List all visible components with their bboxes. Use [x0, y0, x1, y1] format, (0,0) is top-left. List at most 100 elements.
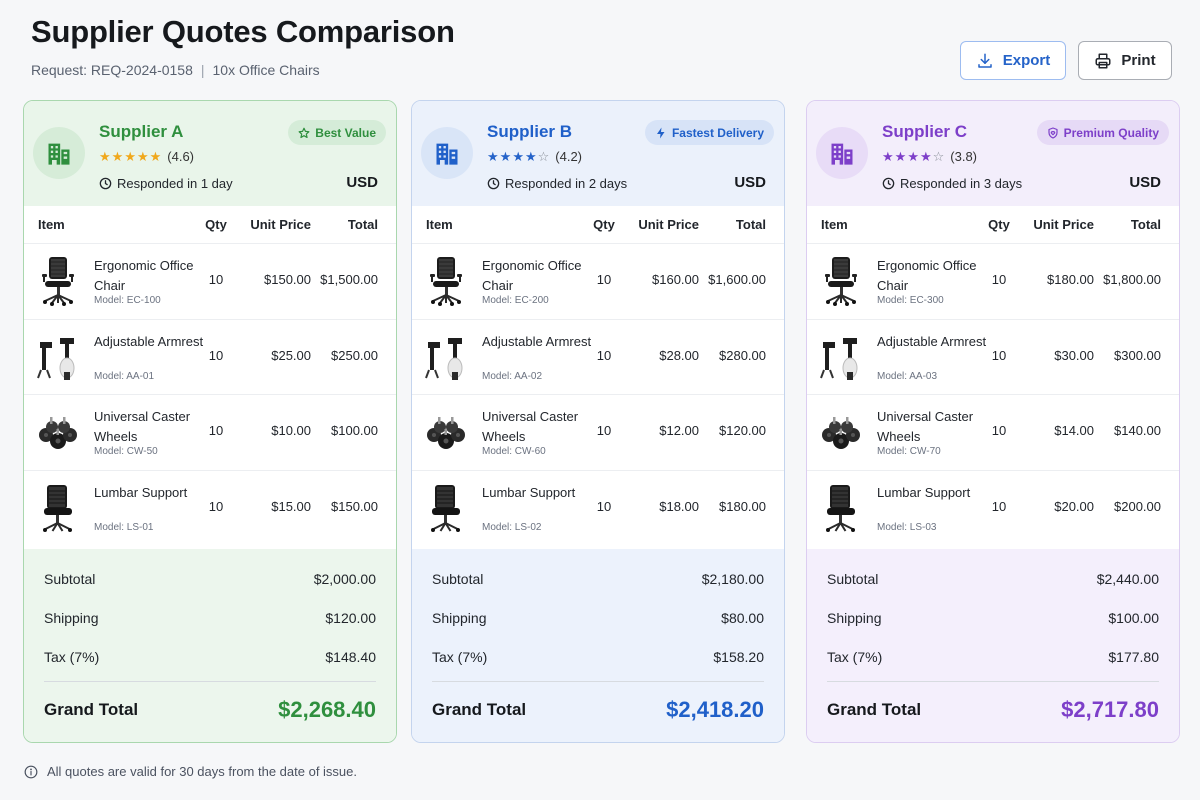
col-header-item: Item — [426, 217, 453, 232]
subtotal-label: Subtotal — [432, 571, 484, 587]
item-unit-price: $160.00 — [652, 272, 699, 287]
response-time: Responded in 2 days — [487, 176, 627, 191]
table-row: Universal Caster Wheels Model: CW-50 10 … — [24, 395, 396, 471]
star-filled-icon: ★ — [894, 149, 907, 164]
shipping-value: $80.00 — [721, 610, 764, 626]
item-total: $250.00 — [331, 347, 378, 363]
table-row: Adjustable Armrest Model: AA-01 10 $25.0… — [24, 320, 396, 395]
divider — [432, 681, 764, 682]
item-unit-price: $25.00 — [271, 347, 311, 363]
shield-heart-icon — [1047, 126, 1059, 139]
table-row: Ergonomic Office Chair Model: EC-200 10 … — [412, 244, 784, 320]
item-model: Model: CW-70 — [877, 446, 941, 457]
item-qty: 10 — [208, 498, 224, 514]
item-name: Ergonomic Office Chair — [94, 258, 194, 293]
armrest-icon — [36, 330, 80, 384]
response-time-label: Responded in 1 day — [117, 176, 233, 191]
supplier-rating: ★ ★ ★ ★ ★ (4.6) — [99, 149, 194, 164]
grand-total-line: Grand Total $2,717.80 — [827, 697, 1159, 723]
tax-value: $148.40 — [325, 649, 376, 665]
office-chair-icon — [819, 254, 863, 308]
quote-table: Item Qty Unit Price Total Ergonomic Offi… — [807, 206, 1179, 546]
col-header-unit-price: Unit Price — [638, 217, 699, 232]
table-row: Lumbar Support Model: LS-03 10 $20.00 $2… — [807, 471, 1179, 547]
subtotal-value: $2,180.00 — [701, 571, 764, 587]
item-model: Model: EC-100 — [94, 295, 161, 306]
quote-summary: Subtotal $2,180.00 Shipping $80.00 Tax (… — [412, 549, 784, 742]
table-row: Adjustable Armrest Model: AA-02 10 $28.0… — [412, 320, 784, 395]
item-total: $120.00 — [719, 423, 766, 438]
response-time-label: Responded in 2 days — [505, 176, 628, 191]
item-qty: 10 — [991, 498, 1007, 514]
item-qty: 10 — [991, 347, 1007, 363]
divider — [44, 681, 376, 682]
shipping-label: Shipping — [432, 610, 487, 626]
item-model: Model: CW-50 — [94, 446, 158, 457]
item-model: Model: AA-03 — [877, 370, 938, 382]
table-header: Item Qty Unit Price Total — [412, 206, 784, 244]
item-name: Adjustable Armrest — [482, 333, 592, 349]
item-name: Universal Caster Wheels — [482, 409, 579, 444]
item-qty: 10 — [596, 498, 612, 514]
star-filled-icon: ★ — [136, 149, 149, 164]
supplier-name: Supplier A — [99, 122, 184, 141]
currency-label: USD — [1129, 174, 1161, 191]
item-model: Model: CW-60 — [482, 446, 546, 457]
supplier-rating: ★ ★ ★ ★ ☆ (3.8) — [882, 149, 977, 164]
shipping-label: Shipping — [44, 610, 99, 626]
printer-icon — [1095, 53, 1111, 68]
shipping-value: $100.00 — [1108, 610, 1159, 626]
supplier-badge: Fastest Delivery — [644, 120, 774, 145]
export-button[interactable]: Export — [960, 41, 1066, 80]
export-label: Export — [1002, 52, 1051, 69]
item-unit-price: $180.00 — [1047, 272, 1094, 287]
col-header-item: Item — [821, 217, 848, 232]
supplier-name: Supplier C — [882, 122, 968, 141]
table-row: Ergonomic Office Chair Model: EC-300 10 … — [807, 244, 1179, 320]
response-time: Responded in 3 days — [882, 176, 1022, 191]
print-button[interactable]: Print — [1078, 41, 1172, 80]
col-header-qty: Qty — [988, 217, 1010, 232]
tax-label: Tax (7%) — [44, 649, 100, 665]
table-row: Ergonomic Office Chair Model: EC-100 10 … — [24, 244, 396, 320]
item-qty: 10 — [208, 423, 224, 438]
item-qty: 10 — [596, 272, 612, 287]
item-total: $180.00 — [719, 498, 766, 514]
item-name: Lumbar Support — [877, 484, 971, 500]
download-icon — [977, 53, 992, 68]
currency-label: USD — [734, 174, 766, 191]
supplier-badge: Premium Quality — [1036, 120, 1169, 145]
supplier-name: Supplier B — [487, 122, 573, 141]
lumbar-chair-icon — [36, 481, 80, 535]
col-header-unit-price: Unit Price — [1033, 217, 1094, 232]
tax-value: $158.20 — [713, 649, 764, 665]
table-header: Item Qty Unit Price Total — [807, 206, 1179, 244]
col-header-unit-price: Unit Price — [250, 217, 311, 232]
subtotal-label: Subtotal — [827, 571, 879, 587]
table-header: Item Qty Unit Price Total — [24, 206, 396, 244]
building-icon — [421, 127, 473, 179]
request-id: Request: REQ-2024-0158 — [31, 62, 193, 78]
office-chair-icon — [424, 254, 468, 308]
request-subtitle: Request: REQ-2024-0158 | 10x Office Chairs — [31, 62, 320, 78]
quote-table: Item Qty Unit Price Total Ergonomic Offi… — [24, 206, 396, 546]
grand-total-value: $2,418.20 — [666, 697, 764, 722]
item-unit-price: $150.00 — [264, 272, 311, 287]
supplier-card: Supplier B Fastest Delivery ★ ★ ★ ★ ☆ (4.2) … — [411, 100, 785, 743]
grand-total-line: Grand Total $2,268.40 — [44, 697, 376, 723]
item-unit-price: $18.00 — [659, 498, 699, 514]
star-filled-icon: ★ — [907, 149, 919, 164]
item-total: $100.00 — [331, 423, 378, 438]
supplier-rating: ★ ★ ★ ★ ☆ (4.2) — [487, 149, 582, 164]
item-name: Ergonomic Office Chair — [877, 258, 977, 293]
item-model: Model: EC-300 — [877, 295, 944, 306]
building-icon — [33, 127, 85, 179]
item-name: Adjustable Armrest — [877, 333, 987, 349]
star-filled-icon: ★ — [882, 149, 894, 164]
rating-stars: ★ ★ ★ ★ ★ — [99, 150, 161, 163]
item-unit-price: $30.00 — [1054, 347, 1094, 363]
caster-wheels-icon — [36, 405, 80, 459]
item-model: Model: LS-03 — [877, 521, 937, 533]
lumbar-chair-icon — [819, 481, 863, 535]
grand-total-label: Grand Total — [827, 700, 922, 719]
